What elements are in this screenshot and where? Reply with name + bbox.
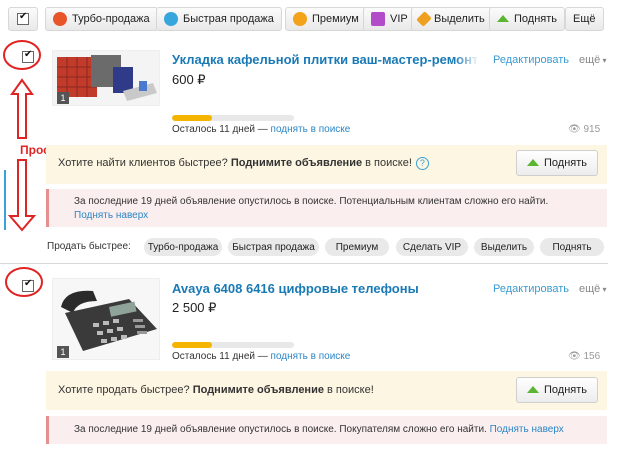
- sell-faster-turbo[interactable]: Турбо-продажа: [144, 238, 222, 256]
- listing-1-warning-link[interactable]: Поднять наверх: [74, 210, 148, 221]
- listing-2-checkbox[interactable]: [22, 278, 34, 292]
- fast-sale-icon: [164, 12, 178, 26]
- listing-1-progress-bar: [172, 115, 294, 121]
- listing-1-remaining: Осталось 11 дней — поднять в поиске: [172, 124, 350, 135]
- listing-1-title[interactable]: Укладка кафельной плитки ваш-мастер-ремо…: [172, 52, 477, 67]
- listing-2-views-count: 156: [583, 351, 601, 362]
- raise-button[interactable]: Поднять: [489, 7, 566, 31]
- desk-phone-image: [53, 279, 159, 359]
- listing-1-edit-link[interactable]: Редактировать: [493, 54, 569, 66]
- listing-2-warning-link[interactable]: Поднять наверх: [490, 424, 564, 435]
- listing-1-promo-raise-label: Поднять: [544, 157, 588, 169]
- listing-2-promo-bold: Поднимите объявление: [192, 384, 324, 396]
- vip-button[interactable]: VIP: [363, 7, 416, 31]
- more-label: Ещё: [573, 13, 596, 25]
- listing-1-promo-bold: Поднимите объявление: [230, 157, 363, 169]
- listing-1-remaining-text: Осталось 11 дней —: [172, 124, 268, 135]
- help-icon[interactable]: ?: [415, 157, 429, 170]
- listing-1-price: 600 ₽: [172, 72, 206, 87]
- listing-divider: [0, 263, 608, 264]
- listing-1-photo-count: 1: [57, 92, 69, 104]
- listing-2-price: 2 500 ₽: [172, 300, 217, 315]
- vip-label: VIP: [390, 13, 408, 25]
- annotation-arrow-up: [10, 78, 34, 139]
- sell-faster-premium[interactable]: Премиум: [325, 238, 389, 256]
- turbo-sale-button[interactable]: Турбо-продажа: [45, 7, 158, 31]
- chevron-down-icon: ▾: [600, 285, 607, 294]
- listing-2-more-label: ещё: [579, 283, 601, 295]
- listing-1-more-menu[interactable]: ещё ▾: [579, 54, 607, 66]
- listing-1-raise-link[interactable]: поднять в поиске: [271, 124, 351, 135]
- sell-faster-label: Продать быстрее:: [47, 241, 131, 252]
- sell-faster-vip[interactable]: Сделать VIP: [396, 238, 468, 256]
- marker-icon: [416, 11, 432, 27]
- up-arrow-icon: [527, 158, 539, 166]
- listing-1-promo-tail: в поиске!: [365, 157, 412, 169]
- listing-1-promo-question: Хотите найти клиентов быстрее?: [58, 157, 228, 169]
- raise-label: Поднять: [514, 13, 558, 25]
- premium-label: Премиум: [312, 13, 359, 25]
- listing-1-warning-box: [46, 189, 607, 227]
- listing-1-promo-text: Хотите найти клиентов быстрее? Поднимите…: [58, 157, 429, 170]
- listing-2-remaining: Осталось 11 дней — поднять в поиске: [172, 351, 350, 362]
- highlight-button[interactable]: Выделить: [411, 7, 493, 31]
- listing-2-promo-question: Хотите продать быстрее?: [58, 384, 190, 396]
- listing-1-promo-raise-button[interactable]: Поднять: [516, 150, 599, 176]
- premium-icon: [293, 12, 307, 26]
- listing-1-warning-text: За последние 19 дней объявление опустило…: [74, 196, 549, 207]
- listing-2-warning-text: За последние 19 дней объявление опустило…: [74, 424, 487, 435]
- listing-2-progress-bar: [172, 342, 294, 348]
- rocket-icon: [53, 12, 67, 26]
- vip-icon: [371, 12, 385, 26]
- up-arrow-icon: [497, 14, 509, 22]
- fast-sale-label: Быстрая продажа: [183, 13, 274, 25]
- listing-2-promo-text: Хотите продать быстрее? Поднимите объявл…: [58, 384, 374, 396]
- turbo-sale-label: Турбо-продажа: [72, 13, 150, 25]
- listing-2-promo-raise-label: Поднять: [544, 384, 588, 396]
- listing-2-promo-raise-button[interactable]: Поднять: [516, 377, 599, 403]
- listing-2-warning-text-line: За последние 19 дней объявление опустило…: [74, 424, 564, 435]
- listing-2-edit-link[interactable]: Редактировать: [493, 283, 569, 295]
- left-divider: [4, 170, 6, 230]
- listing-1-more-label: ещё: [579, 54, 601, 66]
- listing-1-views-count: 915: [583, 124, 601, 135]
- listing-2-more-menu[interactable]: ещё ▾: [579, 283, 607, 295]
- listing-2-progress-fill: [172, 342, 213, 348]
- listing-2-remaining-text: Осталось 11 дней —: [172, 351, 268, 362]
- more-button[interactable]: Ещё: [565, 7, 604, 31]
- premium-button[interactable]: Премиум: [285, 7, 367, 31]
- chevron-down-icon: ▾: [600, 56, 607, 65]
- annotation-arrow-down: [7, 159, 37, 232]
- listing-2-title[interactable]: Avaya 6408 6416 цифровые телефоны: [172, 281, 419, 296]
- eye-icon: 👁: [568, 124, 581, 135]
- sell-faster-highlight[interactable]: Выделить: [474, 238, 534, 256]
- fast-sale-button[interactable]: Быстрая продажа: [156, 7, 282, 31]
- tile-tools-image: [53, 51, 159, 105]
- sell-faster-fast[interactable]: Быстрая продажа: [228, 238, 319, 256]
- eye-icon: 👁: [568, 351, 581, 362]
- listing-1-title-fade: [455, 50, 479, 70]
- listing-2-raise-link[interactable]: поднять в поиске: [271, 351, 351, 362]
- listing-1-progress-fill: [172, 115, 213, 121]
- select-all-checkbox-button[interactable]: [8, 7, 38, 31]
- listing-1-views: 👁 915: [568, 124, 600, 135]
- listing-1-checkbox[interactable]: [22, 49, 34, 63]
- sell-faster-raise[interactable]: Поднять: [540, 238, 604, 256]
- select-all-checkbox[interactable]: [17, 11, 29, 25]
- listing-2-promo-tail: в поиске!: [327, 384, 374, 396]
- up-arrow-icon: [527, 385, 539, 393]
- listing-2-views: 👁 156: [568, 351, 600, 362]
- listing-2-photo-count: 1: [57, 346, 69, 358]
- highlight-label: Выделить: [434, 13, 485, 25]
